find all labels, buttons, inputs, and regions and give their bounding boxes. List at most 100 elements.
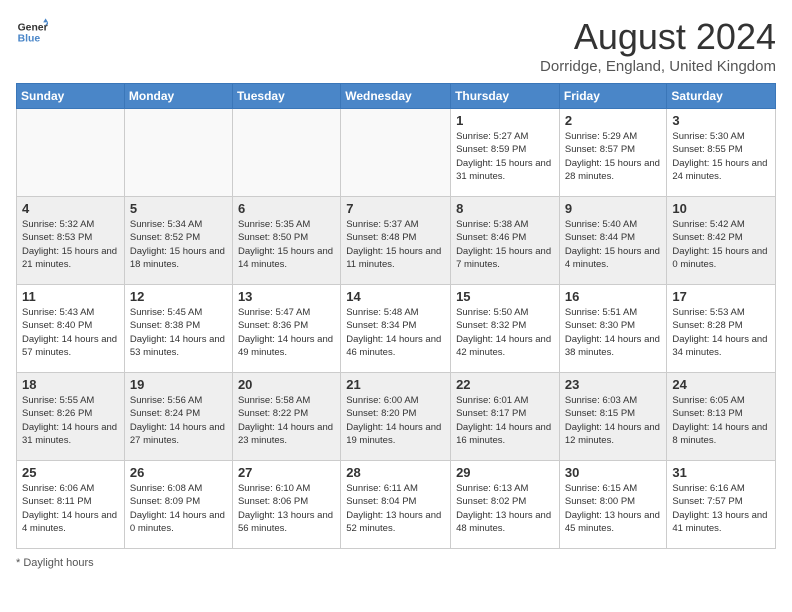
- day-number: 29: [456, 465, 554, 480]
- svg-text:General: General: [18, 22, 48, 33]
- day-number: 14: [346, 289, 445, 304]
- calendar-cell: 16 Sunrise: 5:51 AMSunset: 8:30 PMDayligh…: [559, 285, 667, 373]
- cell-details: Sunrise: 5:55 AMSunset: 8:26 PMDaylight:…: [22, 394, 119, 447]
- calendar-cell: 25 Sunrise: 6:06 AMSunset: 8:11 PMDayligh…: [17, 461, 125, 549]
- day-number: 7: [346, 201, 445, 216]
- calendar-cell: [341, 109, 451, 197]
- day-header-tuesday: Tuesday: [232, 84, 340, 109]
- calendar-cell: 5Sunrise: 5:34 AMSunset: 8:52 PMDaylight…: [124, 197, 232, 285]
- calendar-cell: 20Sunrise: 5:58 AMSunset: 8:22 PMDayligh…: [232, 373, 340, 461]
- day-number: 3: [672, 113, 770, 128]
- calendar-cell: 21 Sunrise: 6:00 AMSunset: 8:20 PMDayligh…: [341, 373, 451, 461]
- cell-details: Sunrise: 6:13 AMSunset: 8:02 PMDaylight:…: [456, 482, 554, 535]
- day-number: 20: [238, 377, 335, 392]
- cell-details: Sunrise: 5:43 AMSunset: 8:40 PMDaylight:…: [22, 306, 119, 359]
- week-row-5: 25 Sunrise: 6:06 AMSunset: 8:11 PMDayligh…: [17, 461, 776, 549]
- calendar-cell: 13 Sunrise: 5:47 AMSunset: 8:36 PMDayligh…: [232, 285, 340, 373]
- cell-details: Sunrise: 5:35 AMSunset: 8:50 PMDaylight:…: [238, 218, 335, 271]
- cell-details: Sunrise: 6:06 AMSunset: 8:11 PMDaylight:…: [22, 482, 119, 535]
- day-number: 26: [130, 465, 227, 480]
- cell-details: Sunrise: 5:48 AMSunset: 8:34 PMDaylight:…: [346, 306, 445, 359]
- calendar-cell: [232, 109, 340, 197]
- calendar-cell: 26 Sunrise: 6:08 AMSunset: 8:09 PMDayligh…: [124, 461, 232, 549]
- day-header-saturday: Saturday: [667, 84, 776, 109]
- cell-details: Sunrise: 6:08 AMSunset: 8:09 PMDaylight:…: [130, 482, 227, 535]
- calendar-cell: 14 Sunrise: 5:48 AMSunset: 8:34 PMDayligh…: [341, 285, 451, 373]
- cell-details: Sunrise: 6:15 AMSunset: 8:00 PMDaylight:…: [565, 482, 662, 535]
- cell-details: Sunrise: 5:40 AMSunset: 8:44 PMDaylight:…: [565, 218, 662, 271]
- calendar-cell: 12 Sunrise: 5:45 AMSunset: 8:38 PMDayligh…: [124, 285, 232, 373]
- title-area: August 2024 Dorridge, England, United Ki…: [540, 16, 776, 75]
- calendar-cell: 31Sunrise: 6:16 AMSunset: 7:57 PMDayligh…: [667, 461, 776, 549]
- day-number: 16: [565, 289, 662, 304]
- day-number: 2: [565, 113, 662, 128]
- calendar-cell: 18 Sunrise: 5:55 AMSunset: 8:26 PMDayligh…: [17, 373, 125, 461]
- cell-details: Sunrise: 5:32 AMSunset: 8:53 PMDaylight:…: [22, 218, 119, 271]
- day-number: 11: [22, 289, 119, 304]
- cell-details: Sunrise: 6:10 AMSunset: 8:06 PMDaylight:…: [238, 482, 335, 535]
- day-header-wednesday: Wednesday: [341, 84, 451, 109]
- day-number: 18: [22, 377, 119, 392]
- day-number: 13: [238, 289, 335, 304]
- cell-details: Sunrise: 5:27 AMSunset: 8:59 PMDaylight:…: [456, 130, 554, 183]
- cell-details: Sunrise: 5:29 AMSunset: 8:57 PMDaylight:…: [565, 130, 662, 183]
- footer-note: * Daylight hours: [16, 557, 776, 569]
- calendar-cell: 9Sunrise: 5:40 AMSunset: 8:44 PMDaylight…: [559, 197, 667, 285]
- day-number: 24: [672, 377, 770, 392]
- day-header-monday: Monday: [124, 84, 232, 109]
- calendar-cell: 15Sunrise: 5:50 AMSunset: 8:32 PMDayligh…: [451, 285, 560, 373]
- location-title: Dorridge, England, United Kingdom: [540, 58, 776, 75]
- cell-details: Sunrise: 5:50 AMSunset: 8:32 PMDaylight:…: [456, 306, 554, 359]
- week-row-1: 1Sunrise: 5:27 AMSunset: 8:59 PMDaylight…: [17, 109, 776, 197]
- day-header-thursday: Thursday: [451, 84, 560, 109]
- cell-details: Sunrise: 6:03 AMSunset: 8:15 PMDaylight:…: [565, 394, 662, 447]
- cell-details: Sunrise: 5:45 AMSunset: 8:38 PMDaylight:…: [130, 306, 227, 359]
- day-number: 21: [346, 377, 445, 392]
- day-number: 23: [565, 377, 662, 392]
- cell-details: Sunrise: 5:51 AMSunset: 8:30 PMDaylight:…: [565, 306, 662, 359]
- footer-text: Daylight hours: [23, 557, 93, 569]
- calendar-cell: 6 Sunrise: 5:35 AMSunset: 8:50 PMDaylight…: [232, 197, 340, 285]
- day-number: 25: [22, 465, 119, 480]
- logo: General Blue: [16, 16, 48, 48]
- cell-details: Sunrise: 6:05 AMSunset: 8:13 PMDaylight:…: [672, 394, 770, 447]
- calendar-cell: 24 Sunrise: 6:05 AMSunset: 8:13 PMDayligh…: [667, 373, 776, 461]
- calendar-table: SundayMondayTuesdayWednesdayThursdayFrid…: [16, 83, 776, 549]
- cell-details: Sunrise: 5:42 AMSunset: 8:42 PMDaylight:…: [672, 218, 770, 271]
- calendar-cell: 23 Sunrise: 6:03 AMSunset: 8:15 PMDayligh…: [559, 373, 667, 461]
- day-number: 4: [22, 201, 119, 216]
- calendar-cell: 30Sunrise: 6:15 AMSunset: 8:00 PMDayligh…: [559, 461, 667, 549]
- day-number: 6: [238, 201, 335, 216]
- cell-details: Sunrise: 6:00 AMSunset: 8:20 PMDaylight:…: [346, 394, 445, 447]
- logo-icon: General Blue: [16, 16, 48, 48]
- day-number: 27: [238, 465, 335, 480]
- svg-text:Blue: Blue: [18, 34, 41, 45]
- header-row: SundayMondayTuesdayWednesdayThursdayFrid…: [17, 84, 776, 109]
- week-row-2: 4 Sunrise: 5:32 AMSunset: 8:53 PMDaylight…: [17, 197, 776, 285]
- calendar-cell: 22 Sunrise: 6:01 AMSunset: 8:17 PMDayligh…: [451, 373, 560, 461]
- calendar-cell: 27 Sunrise: 6:10 AMSunset: 8:06 PMDayligh…: [232, 461, 340, 549]
- day-number: 22: [456, 377, 554, 392]
- calendar-cell: 3 Sunrise: 5:30 AMSunset: 8:55 PMDaylight…: [667, 109, 776, 197]
- calendar-cell: [17, 109, 125, 197]
- cell-details: Sunrise: 5:37 AMSunset: 8:48 PMDaylight:…: [346, 218, 445, 271]
- cell-details: Sunrise: 5:56 AMSunset: 8:24 PMDaylight:…: [130, 394, 227, 447]
- day-number: 19: [130, 377, 227, 392]
- day-number: 12: [130, 289, 227, 304]
- calendar-cell: 10Sunrise: 5:42 AMSunset: 8:42 PMDayligh…: [667, 197, 776, 285]
- cell-details: Sunrise: 5:34 AMSunset: 8:52 PMDaylight:…: [130, 218, 227, 271]
- cell-details: Sunrise: 5:47 AMSunset: 8:36 PMDaylight:…: [238, 306, 335, 359]
- month-title: August 2024: [540, 16, 776, 58]
- cell-details: Sunrise: 5:30 AMSunset: 8:55 PMDaylight:…: [672, 130, 770, 183]
- cell-details: Sunrise: 6:11 AMSunset: 8:04 PMDaylight:…: [346, 482, 445, 535]
- cell-details: Sunrise: 6:16 AMSunset: 7:57 PMDaylight:…: [672, 482, 770, 535]
- calendar-cell: 7 Sunrise: 5:37 AMSunset: 8:48 PMDaylight…: [341, 197, 451, 285]
- day-number: 28: [346, 465, 445, 480]
- calendar-cell: 8Sunrise: 5:38 AMSunset: 8:46 PMDaylight…: [451, 197, 560, 285]
- day-number: 8: [456, 201, 554, 216]
- cell-details: Sunrise: 6:01 AMSunset: 8:17 PMDaylight:…: [456, 394, 554, 447]
- calendar-cell: 1Sunrise: 5:27 AMSunset: 8:59 PMDaylight…: [451, 109, 560, 197]
- calendar-cell: 28 Sunrise: 6:11 AMSunset: 8:04 PMDayligh…: [341, 461, 451, 549]
- day-number: 17: [672, 289, 770, 304]
- calendar-cell: [124, 109, 232, 197]
